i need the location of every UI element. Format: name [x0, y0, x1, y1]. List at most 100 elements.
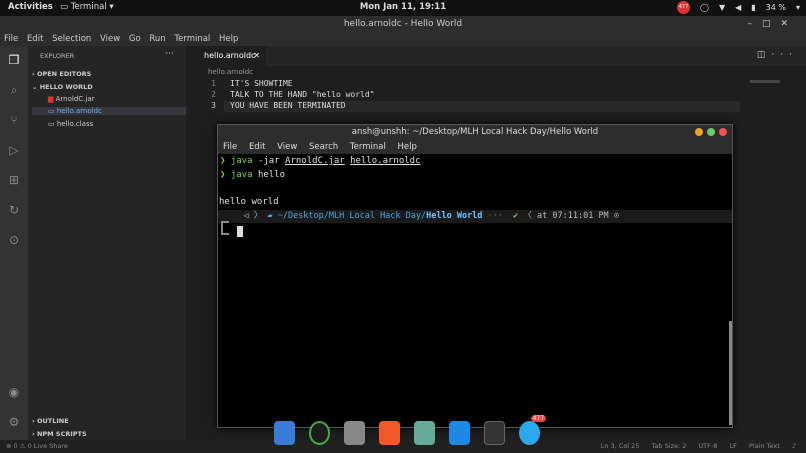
- menu-selection[interactable]: Selection: [52, 34, 91, 44]
- prompt-icon: ❯: [220, 170, 231, 180]
- cmd-part: ArnoldC.jar: [285, 156, 345, 166]
- open-editors-section[interactable]: › OPEN EDITORS: [32, 70, 91, 78]
- menu-help[interactable]: Help: [219, 34, 238, 44]
- code-line[interactable]: IT'S SHOWTIME: [230, 79, 293, 88]
- npm-scripts-section[interactable]: › NPM SCRIPTS: [32, 430, 87, 438]
- file-label: ArnoldC.jar: [55, 95, 95, 103]
- brave-browser-icon[interactable]: [379, 421, 401, 445]
- terminal-body[interactable]: ❯ java -jar ArnoldC.jar hello.arnoldc ❯ …: [218, 154, 732, 427]
- folder-label: HELLO WORLD: [39, 83, 93, 91]
- problems-indicator[interactable]: ⊗ 0 ⚠ 0 Live Share: [6, 440, 68, 453]
- minimap[interactable]: [750, 80, 780, 83]
- cmd-part: -jar: [252, 156, 286, 166]
- volume-icon: ◀: [735, 3, 742, 12]
- live-share-icon[interactable]: ↻: [6, 202, 22, 218]
- tab-size[interactable]: Tab Size: 2: [652, 442, 687, 450]
- folder-section[interactable]: ⌄ HELLO WORLD: [32, 83, 93, 91]
- outline-label: OUTLINE: [36, 417, 69, 425]
- files-icon[interactable]: ❐: [6, 52, 22, 68]
- window-controls[interactable]: –□✕: [747, 16, 798, 32]
- prompt-line: ◁ 〉 ▰ ~/Desktop/MLH Local Hack Day/Hello…: [218, 210, 732, 223]
- terminal-window-controls[interactable]: [695, 128, 727, 136]
- app-icon[interactable]: [308, 421, 331, 445]
- timeline-icon[interactable]: ⊙: [6, 232, 22, 248]
- outline-section[interactable]: › OUTLINE: [32, 417, 69, 425]
- cursor-position[interactable]: Ln 3, Col 25: [601, 442, 640, 450]
- code-line[interactable]: YOU HAVE BEEN TERMINATED: [230, 101, 346, 110]
- menu-edit[interactable]: Edit: [27, 34, 43, 44]
- editor-tabs: hello.arnoldc ✕ ◫···: [186, 46, 806, 66]
- terminal-app-icon[interactable]: [483, 421, 506, 445]
- close-icon[interactable]: ✕: [253, 46, 260, 66]
- command-line-1: ❯ java -jar ArnoldC.jar hello.arnoldc: [220, 156, 421, 166]
- line-ending[interactable]: LF: [729, 442, 736, 450]
- menu-go[interactable]: Go: [129, 34, 141, 44]
- extensions-icon[interactable]: ⊞: [6, 172, 22, 188]
- npm-label: NPM SCRIPTS: [36, 430, 87, 438]
- trash-icon[interactable]: [344, 421, 366, 445]
- battery-icon: ▮: [751, 3, 756, 12]
- telegram-icon[interactable]: 477: [519, 415, 547, 445]
- menu-file[interactable]: File: [4, 34, 18, 44]
- minimize-button[interactable]: [695, 128, 703, 136]
- run-debug-icon[interactable]: ▷: [6, 142, 22, 158]
- close-button[interactable]: [719, 128, 727, 136]
- cmd-part: java: [230, 170, 253, 180]
- file-arnoldc-jar[interactable]: ▆ ArnoldC.jar: [48, 95, 95, 103]
- terminal-window[interactable]: ansh@unshh: ~/Desktop/MLH Local Hack Day…: [217, 124, 733, 428]
- prompt-time: at 07:11:01 PM: [537, 211, 609, 221]
- search-icon[interactable]: ⌕: [6, 82, 22, 98]
- prompt-dir: Hello World: [426, 211, 483, 221]
- menu-terminal[interactable]: Terminal: [174, 34, 210, 44]
- source-control-icon[interactable]: ⑂: [6, 112, 22, 128]
- file-icon: ▭: [48, 107, 55, 115]
- files-app-icon[interactable]: [274, 421, 295, 445]
- terminal-menu-search[interactable]: Search: [309, 142, 338, 152]
- activities-button[interactable]: Activities: [8, 2, 53, 12]
- maximize-button[interactable]: [707, 128, 715, 136]
- open-editors-label: OPEN EDITORS: [36, 70, 92, 78]
- menu-view[interactable]: View: [100, 34, 120, 44]
- code-line[interactable]: TALK TO THE HAND "hello world": [230, 90, 375, 99]
- menu-run[interactable]: Run: [149, 34, 165, 44]
- app-menu[interactable]: ▭ Terminal ▾: [60, 2, 114, 12]
- scrollbar[interactable]: [729, 321, 732, 425]
- breadcrumb[interactable]: hello.arnoldc: [208, 68, 253, 76]
- menu-bar: File Edit Selection View Go Run Terminal…: [0, 32, 806, 46]
- account-icon[interactable]: ◉: [6, 384, 22, 400]
- chevron-down-icon[interactable]: ▾: [796, 3, 800, 12]
- terminal-menu-terminal[interactable]: Terminal: [350, 142, 386, 152]
- split-editor-icon[interactable]: ◫···: [757, 50, 798, 60]
- terminal-menu-file[interactable]: File: [223, 142, 237, 152]
- line-number: 3: [211, 101, 216, 110]
- system-tray[interactable]: 477 ◯ ▼ ◀ ▮ 34 % ▾: [676, 1, 800, 14]
- terminal-title: ansh@unshh: ~/Desktop/MLH Local Hack Day…: [351, 127, 599, 137]
- terminal-icon: ▭: [60, 2, 69, 12]
- terminal-menu-edit[interactable]: Edit: [249, 142, 265, 152]
- command-line-2: ❯ java hello: [220, 170, 285, 180]
- folder-icon: ▰: [267, 211, 273, 221]
- more-icon[interactable]: ···: [165, 49, 174, 59]
- vscode-icon[interactable]: [449, 421, 470, 445]
- file-hello-arnoldc[interactable]: ▭ hello.arnoldc: [32, 107, 186, 115]
- check-icon: ✔: [513, 211, 519, 221]
- line-number: 2: [211, 90, 216, 99]
- terminal-menubar: File Edit View Search Terminal Help: [218, 140, 732, 154]
- language-mode[interactable]: Plain Text: [749, 442, 780, 450]
- cmd-part: hello.arnoldc: [350, 156, 421, 166]
- terminal-menu-view[interactable]: View: [277, 142, 297, 152]
- terminal-menu-help[interactable]: Help: [398, 142, 417, 152]
- bell-icon[interactable]: ♪: [792, 442, 796, 450]
- whatsapp-icon[interactable]: ◯: [700, 3, 709, 12]
- storage-app-icon[interactable]: [414, 421, 436, 445]
- app-menu-label: Terminal: [70, 2, 107, 12]
- encoding[interactable]: UTF-8: [698, 442, 717, 450]
- tab-hello-arnoldc[interactable]: hello.arnoldc ✕: [186, 46, 266, 66]
- gear-icon[interactable]: ⚙: [6, 414, 22, 430]
- notification-icon[interactable]: 477: [676, 1, 690, 14]
- explorer-title: EXPLORER: [40, 52, 75, 60]
- text-cursor: [237, 226, 243, 237]
- explorer-sidebar: EXPLORER ··· › OPEN EDITORS ⌄ HELLO WORL…: [28, 46, 186, 440]
- prompt-filler: ···: [482, 211, 503, 221]
- file-hello-class[interactable]: ▭ hello.class: [48, 120, 93, 128]
